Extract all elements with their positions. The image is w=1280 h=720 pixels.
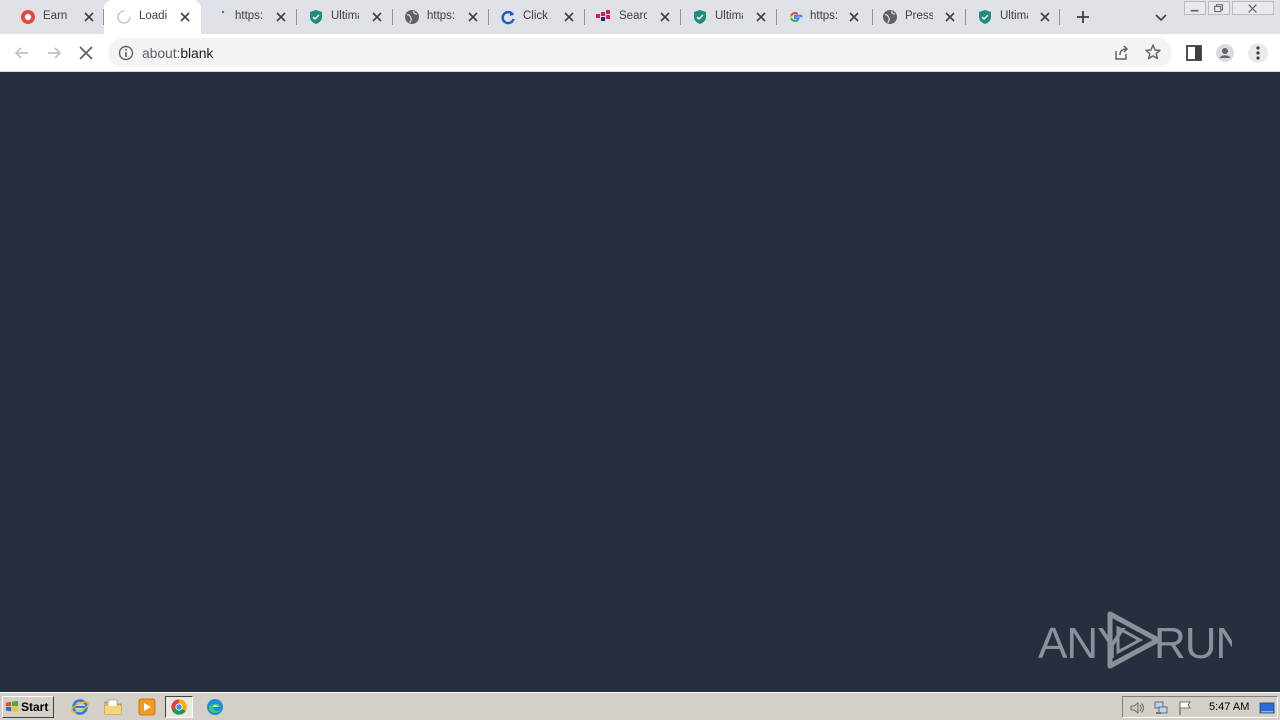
- address-bar[interactable]: about:blank: [108, 38, 1172, 67]
- minimize-icon: [1190, 9, 1199, 12]
- url-scheme: about:: [142, 45, 181, 61]
- windows-logo-icon: [5, 700, 19, 713]
- close-icon[interactable]: [81, 9, 97, 25]
- tab-title: Ultima: [715, 10, 743, 22]
- tab-strip: Earn m Loadin https:/ Ultima: [0, 0, 1280, 34]
- anyrun-watermark: ANY RUN: [1038, 611, 1232, 669]
- grid-logo-icon: [596, 10, 610, 21]
- stop-loading-icon[interactable]: [76, 43, 96, 63]
- tab-click[interactable]: Click A: [489, 0, 585, 34]
- chevron-down-icon[interactable]: [1153, 9, 1169, 25]
- forward-arrow-icon[interactable]: [44, 43, 64, 63]
- close-icon[interactable]: [465, 9, 481, 25]
- refresh-logo-icon: [501, 10, 515, 25]
- tab-title: https:/: [427, 10, 455, 22]
- minimize-button[interactable]: [1184, 1, 1206, 15]
- share-icon[interactable]: [1112, 44, 1130, 62]
- close-icon[interactable]: [273, 9, 289, 25]
- watermark-text-right: RUN: [1154, 619, 1232, 668]
- close-icon[interactable]: [942, 9, 958, 25]
- tab-earn[interactable]: Earn m: [8, 0, 104, 34]
- tab-https-2[interactable]: https:/: [393, 0, 489, 34]
- browser-toolbar: about:blank: [0, 34, 1280, 72]
- tab-loading[interactable]: Loadin: [104, 0, 201, 34]
- close-icon: [1248, 4, 1257, 13]
- tab-ultima-1[interactable]: Ultima: [297, 0, 393, 34]
- red-circle-icon: [21, 10, 35, 24]
- tab-title: https:/: [235, 10, 263, 22]
- google-icon: [790, 11, 803, 23]
- globe-icon: [883, 10, 897, 24]
- tab-title: Click A: [523, 10, 551, 22]
- tab-press[interactable]: Press /: [873, 0, 966, 34]
- tab-https-1[interactable]: https:/: [201, 0, 297, 34]
- tab-ultima-2[interactable]: Ultima: [681, 0, 777, 34]
- info-icon[interactable]: [118, 45, 134, 61]
- tab-search[interactable]: Search: [585, 0, 681, 34]
- shield-icon: [310, 10, 322, 24]
- shield-icon: [694, 10, 706, 24]
- tab-https-3[interactable]: https:/: [777, 0, 873, 34]
- volume-icon[interactable]: [1129, 700, 1145, 716]
- url-text[interactable]: about:blank: [142, 45, 213, 61]
- edge-icon[interactable]: [205, 697, 225, 717]
- tab-title: Press /: [905, 10, 933, 22]
- close-icon[interactable]: [561, 9, 577, 25]
- file-explorer-icon[interactable]: [103, 697, 123, 717]
- close-icon[interactable]: [369, 9, 385, 25]
- chrome-icon: [171, 699, 187, 715]
- network-icon[interactable]: [1153, 700, 1169, 716]
- side-panel-icon[interactable]: [1184, 43, 1204, 63]
- globe-icon: [405, 10, 419, 24]
- close-icon[interactable]: [657, 9, 673, 25]
- restore-button[interactable]: [1208, 1, 1230, 15]
- tab-ultima-3[interactable]: Ultima: [966, 0, 1060, 34]
- page-content: [0, 72, 1280, 692]
- tab-title: Ultima: [1000, 10, 1028, 22]
- close-icon[interactable]: [846, 9, 862, 25]
- profile-avatar-icon[interactable]: [1215, 43, 1235, 63]
- url-rest: blank: [180, 45, 214, 61]
- internet-explorer-icon[interactable]: [70, 697, 90, 717]
- menu-kebab-icon[interactable]: [1248, 43, 1268, 63]
- tab-title: Ultima: [331, 10, 359, 22]
- watermark-text-left: ANY: [1038, 619, 1126, 668]
- windows-taskbar: Start 5:47 AM: [0, 692, 1280, 720]
- shield-icon: [979, 10, 991, 24]
- close-icon[interactable]: [753, 9, 769, 25]
- restore-icon: [1214, 4, 1223, 13]
- bookmark-star-icon[interactable]: [1144, 43, 1162, 61]
- show-desktop-icon[interactable]: [1259, 700, 1275, 716]
- tab-title: Search: [619, 10, 647, 22]
- new-tab-plus-icon[interactable]: [1074, 8, 1092, 26]
- loading-spinner-icon: [117, 10, 131, 24]
- system-tray: 5:47 AM: [1122, 696, 1278, 718]
- start-button[interactable]: Start: [2, 696, 54, 718]
- close-icon[interactable]: [177, 9, 193, 25]
- tab-title: Loadin: [139, 10, 167, 22]
- tab-title: Earn m: [43, 10, 71, 22]
- back-arrow-icon[interactable]: [12, 43, 32, 63]
- close-icon[interactable]: [1037, 9, 1053, 25]
- start-label: Start: [21, 700, 49, 714]
- clock[interactable]: 5:47 AM: [1209, 701, 1249, 713]
- tab-title: https:/: [810, 10, 838, 22]
- chrome-taskbar-button[interactable]: [165, 696, 193, 718]
- window-close-button[interactable]: [1232, 1, 1274, 15]
- media-player-icon[interactable]: [137, 697, 157, 717]
- action-center-flag-icon[interactable]: [1177, 700, 1193, 716]
- blank-page-icon: [221, 10, 225, 14]
